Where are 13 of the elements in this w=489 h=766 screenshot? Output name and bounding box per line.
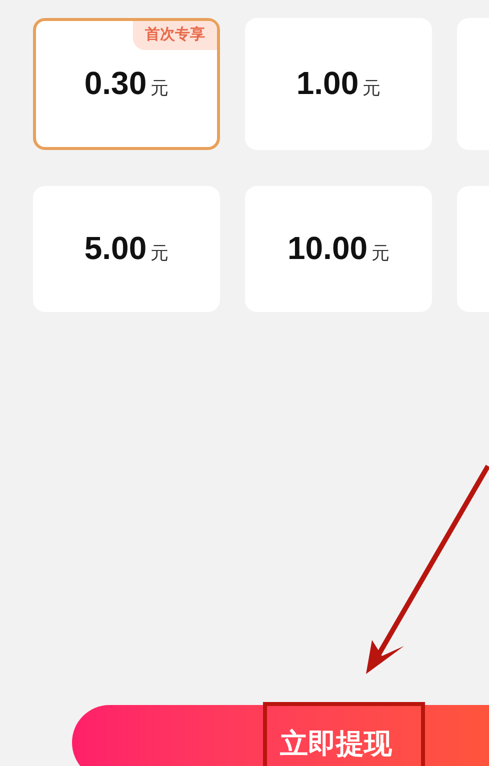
first-time-badge: 首次专享 xyxy=(133,21,217,50)
currency-unit: 元 xyxy=(150,242,169,265)
amount-value: 10.00 xyxy=(287,229,368,268)
currency-unit: 元 xyxy=(150,77,169,100)
amount-option[interactable]: 5.00 元 xyxy=(33,186,220,312)
amount-option[interactable]: 1.00 元 xyxy=(245,18,432,150)
amount-option[interactable]: 10.00 元 xyxy=(245,186,432,312)
amount-value: 5.00 xyxy=(84,229,147,268)
amount-option[interactable]: 首次专享 0.30 元 xyxy=(33,18,220,150)
amount-value: 0.30 xyxy=(84,64,147,103)
amount-value: 1.00 xyxy=(296,64,359,103)
currency-unit: 元 xyxy=(372,242,390,265)
currency-unit: 元 xyxy=(362,77,381,100)
